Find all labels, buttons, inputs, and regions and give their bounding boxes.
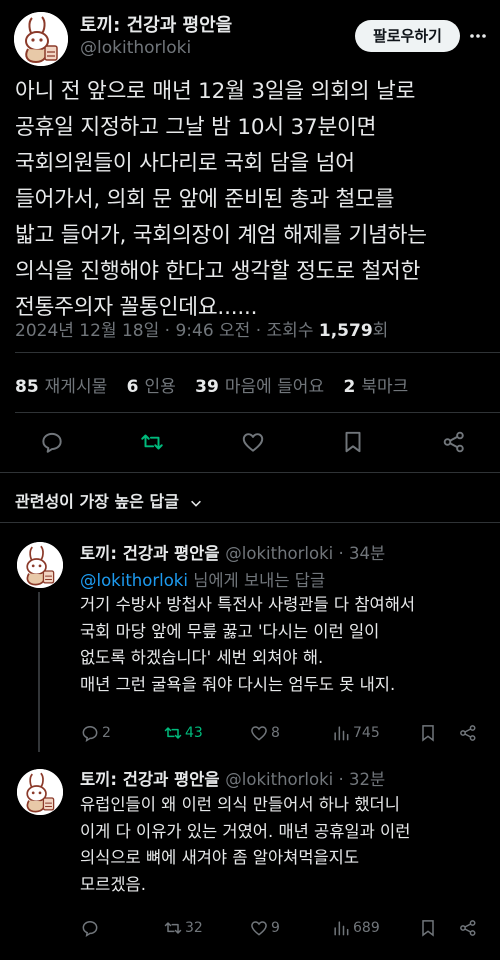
reply-author-name: 토끼: 건강과 평안을 xyxy=(80,544,220,563)
reply-icon xyxy=(82,725,98,743)
view-suffix: 회 xyxy=(372,321,389,341)
share-icon xyxy=(460,920,476,936)
share-icon[interactable] xyxy=(441,429,467,455)
reply-count: 2 xyxy=(102,725,111,741)
quotes-count: 6 xyxy=(126,377,139,397)
views-icon xyxy=(334,726,349,741)
like-button[interactable]: 8 xyxy=(249,723,280,743)
tweet-text: 아니 전 앞으로 매년 12월 3일을 의회의 날로 공휴일 지정하고 그날 밤… xyxy=(15,74,490,326)
like-button[interactable]: 9 xyxy=(249,918,280,938)
reply-mention[interactable]: @lokithorloki xyxy=(80,571,188,590)
tweet-line: 들어가서, 의회 문 앞에 준비된 총과 철모를 xyxy=(15,187,395,212)
reply-line: 의식으로 뼈에 새겨야 좀 알아쳐먹을지도 xyxy=(80,848,360,867)
author-handle[interactable]: @lokithorloki xyxy=(80,38,191,58)
avatar[interactable] xyxy=(14,12,68,66)
quotes-stat[interactable]: 6 인용 xyxy=(127,377,176,397)
share-button[interactable] xyxy=(458,723,480,743)
likes-stat[interactable]: 39 마음에 들어요 xyxy=(195,377,324,397)
tweet-line: 국회의원들이 사다리로 국회 담을 넘어 xyxy=(15,151,355,176)
tweet-line: 공휴일 지정하고 그날 밤 10시 37분이면 xyxy=(15,115,377,140)
repost-button[interactable]: 32 xyxy=(163,918,203,938)
follow-button[interactable]: 팔로우하기 xyxy=(354,20,460,52)
bookmark-icon xyxy=(422,920,434,937)
reply-icon xyxy=(82,920,98,938)
views-button[interactable]: 745 xyxy=(331,723,380,743)
divider xyxy=(0,522,500,523)
reply-text: 유럽인들이 왜 이런 의식 만들어서 하나 했더니 이게 다 이유가 있는 거였… xyxy=(80,792,490,898)
reposts-stat[interactable]: 85 재게시물 xyxy=(15,377,107,397)
avatar[interactable] xyxy=(17,769,63,815)
reply-line: 없도록 하겠습니다' 세번 외쳐야 해. xyxy=(80,648,324,667)
likes-label: 마음에 들어요 xyxy=(224,377,325,397)
quotes-label: 인용 xyxy=(144,377,176,397)
thread-line xyxy=(38,592,40,752)
reply-author[interactable]: 토끼: 건강과 평안을 @lokithorloki · 32분 xyxy=(80,766,385,790)
reply-icon[interactable] xyxy=(39,429,65,455)
like-count: 8 xyxy=(271,725,280,741)
reply-button[interactable]: 2 xyxy=(80,723,111,743)
reply-handle-time: @lokithorloki · 32분 xyxy=(225,770,386,789)
reply-sort-dropdown[interactable]: 관련성이 가장 높은 답글 xyxy=(15,488,203,512)
bookmarks-stat[interactable]: 2 북마크 xyxy=(344,377,409,397)
reply-line: 거기 수방사 방첩사 특전사 사령관들 다 참여해서 xyxy=(80,595,416,614)
like-icon[interactable] xyxy=(240,429,266,455)
bookmark-icon xyxy=(422,725,434,742)
bookmark-button[interactable] xyxy=(418,723,440,743)
tweet-meta: 2024년 12월 18일 · 9:46 오전 · 조회수 1,579회 xyxy=(15,316,388,341)
reposts-count: 85 xyxy=(15,377,39,397)
tweet-line: 아니 전 앞으로 매년 12월 3일을 의회의 날로 xyxy=(15,79,416,104)
divider xyxy=(15,352,500,353)
bookmark-icon[interactable] xyxy=(340,429,366,455)
reply-to-label: 님에게 보내는 답글 xyxy=(187,571,326,590)
sort-label: 관련성이 가장 높은 답글 xyxy=(15,492,179,511)
chevron-down-icon xyxy=(190,500,201,507)
engagement-stats: 85 재게시물 6 인용 39 마음에 들어요 2 북마크 xyxy=(15,372,422,397)
more-options-icon[interactable] xyxy=(468,26,488,46)
repost-count: 32 xyxy=(185,920,203,936)
tweet-line: 밟고 들어가, 국회의장이 계엄 해제를 기념하는 xyxy=(15,223,427,248)
tweet-line: 의식을 진행해야 한다고 생각할 정도로 철저한 xyxy=(15,259,421,284)
reply-handle-time: @lokithorloki · 34분 xyxy=(225,544,386,563)
like-count: 9 xyxy=(271,920,280,936)
repost-icon xyxy=(164,922,182,934)
repost-button[interactable]: 43 xyxy=(163,723,203,743)
reply-line: 매년 그런 굴욕을 줘야 다시는 엄두도 못 내지. xyxy=(80,674,396,694)
avatar[interactable] xyxy=(17,542,63,588)
reposts-label: 재게시물 xyxy=(44,377,108,397)
timestamp[interactable]: 2024년 12월 18일 · 9:46 오전 · 조회수 xyxy=(15,321,319,341)
reply-line: 국회 마당 앞에 무릎 꿇고 '다시는 이런 일이 xyxy=(80,621,380,641)
replying-to: @lokithorloki 님에게 보내는 답글 xyxy=(80,567,325,591)
reply-line: 유럽인들이 왜 이런 의식 만들어서 하나 했더니 xyxy=(80,795,400,814)
repost-icon[interactable] xyxy=(139,429,165,455)
share-button[interactable] xyxy=(458,918,480,938)
reply-line: 이게 다 이유가 있는 거였어. 매년 공휴일과 이런 xyxy=(80,821,411,841)
repost-count: 43 xyxy=(185,725,203,741)
views-count: 689 xyxy=(353,920,380,936)
view-count: 1,579 xyxy=(318,321,373,341)
reply-button[interactable] xyxy=(80,918,102,938)
likes-count: 39 xyxy=(195,377,219,397)
views-icon xyxy=(334,921,349,936)
bookmarks-count: 2 xyxy=(343,377,356,397)
views-button[interactable]: 689 xyxy=(331,918,380,938)
reply-author[interactable]: 토끼: 건강과 평안을 @lokithorloki · 34분 xyxy=(80,540,385,564)
repost-icon xyxy=(164,727,182,739)
reply-text: 거기 수방사 방첩사 특전사 사령관들 다 참여해서 국회 마당 앞에 무릎 꿇… xyxy=(80,592,490,698)
views-count: 745 xyxy=(353,725,380,741)
author-name[interactable]: 토끼: 건강과 평안을 xyxy=(80,11,232,37)
like-icon xyxy=(251,726,267,741)
divider xyxy=(0,472,500,473)
reply-line: 모르겠음. xyxy=(80,874,146,894)
divider xyxy=(15,412,500,413)
reply-author-name: 토끼: 건강과 평안을 xyxy=(80,770,220,789)
share-icon xyxy=(460,725,476,741)
bookmarks-label: 북마크 xyxy=(361,377,409,397)
like-icon xyxy=(251,921,267,936)
bookmark-button[interactable] xyxy=(418,918,440,938)
